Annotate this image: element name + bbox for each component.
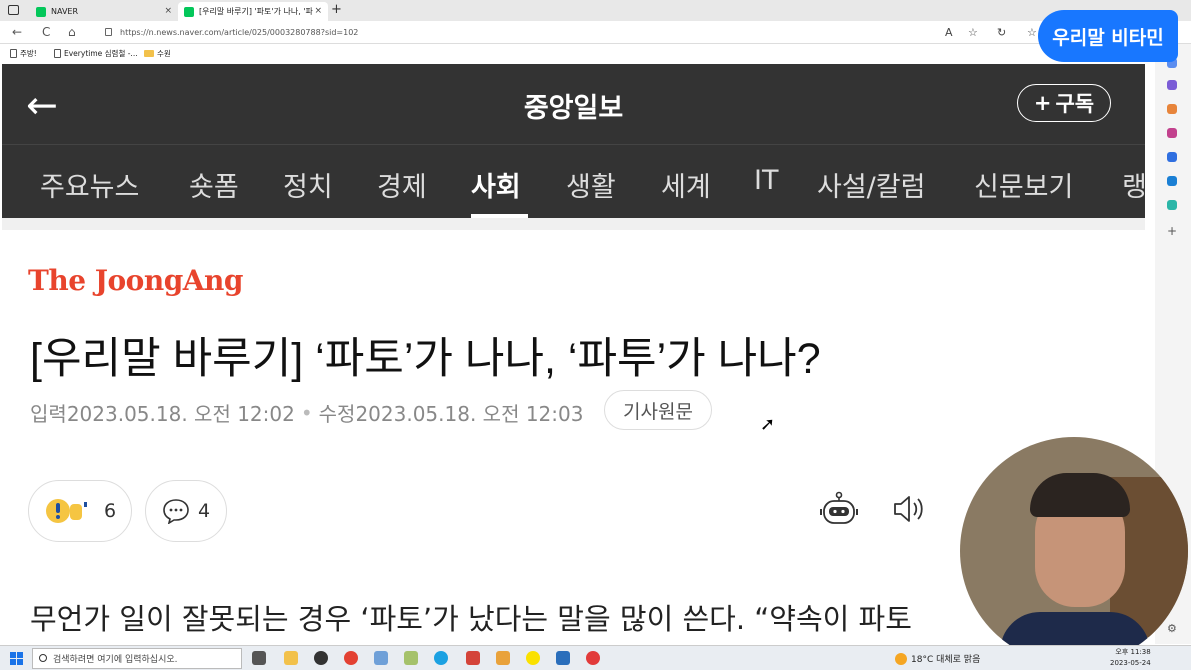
bookmark-item[interactable]: Everytime 심렴철 -... [54, 48, 138, 59]
read-aloud-icon[interactable]: A [945, 26, 953, 39]
app-icon[interactable] [586, 651, 600, 665]
tab-shortform[interactable]: 숏폼 [189, 165, 239, 204]
favorites-icon[interactable]: ☆ [1027, 26, 1037, 39]
page-icon [54, 49, 61, 58]
app-icon[interactable] [374, 651, 388, 665]
folder-icon [144, 50, 154, 57]
input-label: 입력 [30, 402, 67, 426]
clock-time: 오후 11:38 [1115, 648, 1151, 656]
close-tab-icon[interactable]: × [164, 6, 172, 16]
window-menu-icon[interactable] [8, 5, 19, 15]
summary-robot-icon[interactable] [820, 491, 858, 527]
url-field[interactable]: https://n.news.naver.com/article/025/000… [100, 24, 1040, 41]
naver-favicon-icon [36, 6, 46, 17]
speaker-icon[interactable] [892, 494, 926, 524]
bookmark-item[interactable]: 주방! [10, 48, 37, 59]
mouse-cursor-icon: ➚ [760, 414, 776, 435]
page-header: ← 중앙일보 + 구독 [2, 64, 1145, 144]
app-icon[interactable] [466, 651, 480, 665]
tab-it[interactable]: IT [754, 165, 778, 196]
chrome-icon[interactable] [344, 651, 358, 665]
clock-date: 2023-05-24 [1110, 659, 1151, 667]
article-dates: 입력 2023.05.18. 오전 12:02 • 수정 2023.05.18.… [30, 398, 583, 427]
refresh-button[interactable]: C [42, 25, 50, 39]
input-date: 2023.05.18. 오전 12:02 [66, 402, 295, 426]
tab-politics[interactable]: 정치 [283, 165, 333, 204]
tools-icon[interactable] [1167, 104, 1177, 114]
modified-label: 수정 [318, 402, 356, 426]
file-explorer-icon[interactable] [284, 651, 298, 665]
naver-favicon-icon [184, 6, 194, 17]
tab-title: [우리말 바루기] '파토'가 나나, '파 [199, 7, 313, 16]
drop-icon[interactable] [1167, 200, 1177, 210]
tab-ranking[interactable]: 랭 [1122, 165, 1145, 204]
close-tab-icon[interactable]: × [314, 6, 322, 16]
url-text: https://n.news.naver.com/article/025/000… [120, 28, 359, 37]
separator: • [300, 400, 313, 425]
app-icon[interactable] [496, 651, 510, 665]
reaction-button[interactable]: 6 [28, 480, 132, 542]
favorite-add-icon[interactable]: ☆ [968, 26, 978, 39]
tab-newspaper[interactable]: 신문보기 [974, 165, 1073, 204]
subscribe-label: 구독 [1055, 92, 1095, 116]
kakaotalk-icon[interactable] [526, 651, 540, 665]
app-icon[interactable] [314, 651, 328, 665]
publisher-title[interactable]: 중앙일보 [2, 86, 1145, 125]
publisher-logo[interactable]: The JoongAng [28, 264, 243, 297]
article-body: 무언가 일이 잘못되는 경우 ‘파토’가 났다는 말을 많이 쓴다. “약속이 … [30, 602, 912, 636]
add-icon[interactable]: + [1167, 225, 1177, 237]
reaction-count: 6 [103, 500, 117, 522]
presenter-webcam [960, 437, 1188, 665]
taskbar-search-placeholder: 검색하려면 여기에 입력하십시오. [53, 655, 178, 665]
home-button[interactable]: ⌂ [68, 25, 76, 39]
weather-sun-icon [895, 652, 907, 665]
tab-society[interactable]: 사회 [471, 165, 521, 204]
tab-title: NAVER [51, 7, 79, 16]
new-tab-button[interactable]: + [331, 2, 342, 17]
page-icon [10, 49, 17, 58]
browser-tab-bar: NAVER × [우리말 바루기] '파토'가 나나, '파 × + [0, 0, 1191, 21]
tab-naver[interactable]: NAVER × [30, 2, 178, 21]
reaction-emoji-icon [45, 499, 87, 523]
app-icon[interactable] [556, 651, 570, 665]
tab-life[interactable]: 생활 [566, 165, 616, 204]
section-divider [2, 218, 1145, 230]
office-icon[interactable] [1167, 152, 1177, 162]
back-button[interactable]: ← [12, 25, 22, 39]
lock-icon [105, 28, 112, 36]
modified-date: 2023.05.18. 오전 12:03 [355, 402, 584, 426]
extensions-icon[interactable]: ↻ [997, 26, 1006, 39]
tab-article[interactable]: [우리말 바루기] '파토'가 나나, '파 × [178, 2, 328, 21]
series-banner: 우리말 비타민 [1038, 10, 1178, 62]
address-bar-row: ← C ⌂ https://n.news.naver.com/article/0… [0, 21, 1191, 44]
bookmarks-bar: 주방! Everytime 심렴철 -... 수원 [0, 44, 1191, 64]
shopping-icon[interactable] [1167, 80, 1177, 90]
windows-taskbar: 검색하려면 여기에 입력하십시오. 18°C 대체로 맑음 오후 11:38 2… [0, 645, 1191, 670]
weather-widget[interactable]: 18°C 대체로 맑음 [895, 652, 980, 665]
comment-icon [163, 499, 189, 524]
tab-editorial[interactable]: 사설/칼럼 [817, 165, 925, 204]
start-button-icon[interactable] [10, 652, 23, 665]
comment-count: 4 [197, 500, 211, 522]
plus-icon: + [1033, 91, 1052, 115]
article-headline: [우리말 바루기] ‘파토’가 나나, ‘파투’가 나나? [30, 335, 821, 383]
category-nav: 주요뉴스 숏폼 정치 경제 사회 생활 세계 IT 사설/칼럼 신문보기 랭 [2, 144, 1145, 218]
comment-button[interactable]: 4 [145, 480, 227, 542]
edge-icon[interactable] [434, 651, 448, 665]
tab-world[interactable]: 세계 [661, 165, 711, 204]
search-icon [39, 654, 47, 662]
subscribe-button[interactable]: + 구독 [1017, 84, 1111, 122]
system-clock[interactable]: 오후 11:38 2023-05-24 [1110, 647, 1151, 669]
tab-economy[interactable]: 경제 [377, 165, 427, 204]
outlook-icon[interactable] [1167, 176, 1177, 186]
presenter-hair [1030, 473, 1130, 517]
original-article-button[interactable]: 기사원문 [604, 390, 712, 430]
bookmark-folder[interactable]: 수원 [144, 48, 171, 59]
task-view-icon[interactable] [252, 651, 266, 665]
weather-text: 18°C 대체로 맑음 [911, 655, 981, 665]
taskbar-search[interactable]: 검색하려면 여기에 입력하십시오. [32, 648, 242, 669]
tab-main-news[interactable]: 주요뉴스 [40, 165, 139, 204]
games-icon[interactable] [1167, 128, 1177, 138]
app-icon[interactable] [404, 651, 418, 665]
